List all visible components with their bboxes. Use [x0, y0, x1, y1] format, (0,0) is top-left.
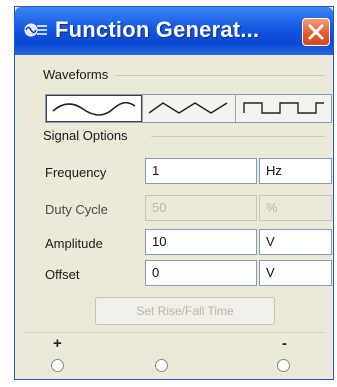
waveforms-group-divider — [115, 75, 325, 76]
negative-terminal-label: - — [282, 335, 287, 352]
signal-options-group-divider — [151, 136, 325, 137]
amplitude-label: Amplitude — [45, 236, 103, 251]
function-generator-window: Function Generat... Waveforms Signal Opt… — [14, 6, 334, 380]
offset-label: Offset — [45, 267, 80, 282]
positive-terminal[interactable] — [51, 359, 64, 372]
offset-input[interactable]: 0 — [145, 260, 257, 286]
negative-terminal[interactable] — [277, 359, 290, 372]
frequency-input[interactable]: 1 — [145, 158, 257, 184]
window-title: Function Generat... — [55, 17, 260, 42]
common-terminal[interactable] — [155, 359, 168, 372]
amplitude-unit-field[interactable]: V — [259, 229, 332, 255]
sine-wave-icon — [52, 101, 136, 116]
terminals-divider — [25, 332, 325, 333]
triangle-wave-button[interactable] — [142, 95, 235, 122]
signal-options-group-label: Signal Options — [43, 128, 128, 143]
positive-terminal-label: + — [53, 335, 62, 352]
square-wave-button[interactable] — [235, 95, 331, 122]
offset-unit-field[interactable]: V — [259, 260, 332, 286]
duty-cycle-unit-field: % — [259, 195, 332, 221]
function-generator-icon — [24, 23, 47, 37]
triangle-wave-icon — [148, 102, 228, 114]
title-bar[interactable]: Function Generat... — [15, 7, 333, 55]
waveforms-group-label: Waveforms — [43, 67, 109, 82]
frequency-unit-field[interactable]: Hz — [259, 158, 332, 184]
frequency-label: Frequency — [45, 165, 107, 180]
duty-cycle-input: 50 — [145, 195, 257, 221]
waveform-selector — [45, 94, 332, 123]
duty-cycle-label: Duty Cycle — [45, 202, 108, 217]
amplitude-input[interactable]: 10 — [145, 229, 257, 255]
close-icon — [308, 24, 324, 40]
close-button[interactable] — [302, 18, 330, 46]
sine-wave-button[interactable] — [46, 95, 142, 122]
square-wave-icon — [243, 102, 324, 114]
set-rise-fall-time-button: Set Rise/Fall Time — [95, 297, 275, 325]
